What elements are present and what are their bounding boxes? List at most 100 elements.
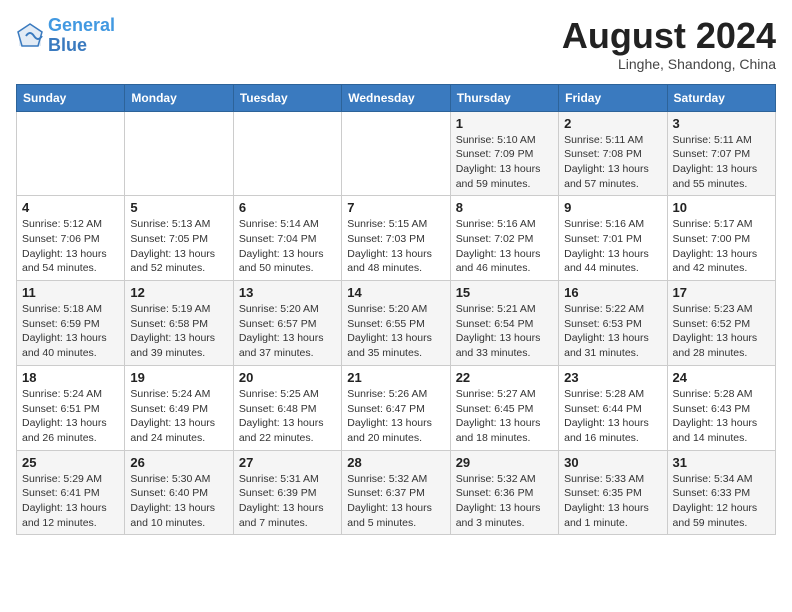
- title-block: August 2024 Linghe, Shandong, China: [562, 16, 776, 72]
- day-info: Sunrise: 5:32 AM Sunset: 6:36 PM Dayligh…: [456, 472, 553, 531]
- weekday-header: Tuesday: [233, 84, 341, 111]
- calendar-cell: 18 Sunrise: 5:24 AM Sunset: 6:51 PM Dayli…: [17, 365, 125, 450]
- day-info: Sunrise: 5:29 AM Sunset: 6:41 PM Dayligh…: [22, 472, 119, 531]
- day-number: 3: [673, 116, 770, 131]
- day-number: 7: [347, 200, 444, 215]
- day-info: Sunrise: 5:20 AM Sunset: 6:55 PM Dayligh…: [347, 302, 444, 361]
- day-info: Sunrise: 5:30 AM Sunset: 6:40 PM Dayligh…: [130, 472, 227, 531]
- day-number: 9: [564, 200, 661, 215]
- weekday-header: Thursday: [450, 84, 558, 111]
- calendar-cell: 30 Sunrise: 5:33 AM Sunset: 6:35 PM Dayli…: [559, 450, 667, 535]
- day-number: 29: [456, 455, 553, 470]
- day-number: 14: [347, 285, 444, 300]
- calendar-cell: 8 Sunrise: 5:16 AM Sunset: 7:02 PM Daylig…: [450, 196, 558, 281]
- day-number: 11: [22, 285, 119, 300]
- day-info: Sunrise: 5:18 AM Sunset: 6:59 PM Dayligh…: [22, 302, 119, 361]
- page-header: GeneralBlue August 2024 Linghe, Shandong…: [16, 16, 776, 72]
- day-number: 4: [22, 200, 119, 215]
- day-number: 8: [456, 200, 553, 215]
- weekday-header: Wednesday: [342, 84, 450, 111]
- calendar-cell: 7 Sunrise: 5:15 AM Sunset: 7:03 PM Daylig…: [342, 196, 450, 281]
- day-number: 31: [673, 455, 770, 470]
- day-number: 26: [130, 455, 227, 470]
- calendar-cell: 19 Sunrise: 5:24 AM Sunset: 6:49 PM Dayli…: [125, 365, 233, 450]
- day-info: Sunrise: 5:27 AM Sunset: 6:45 PM Dayligh…: [456, 387, 553, 446]
- day-number: 20: [239, 370, 336, 385]
- day-info: Sunrise: 5:20 AM Sunset: 6:57 PM Dayligh…: [239, 302, 336, 361]
- calendar-cell: 6 Sunrise: 5:14 AM Sunset: 7:04 PM Daylig…: [233, 196, 341, 281]
- calendar-cell: 27 Sunrise: 5:31 AM Sunset: 6:39 PM Dayli…: [233, 450, 341, 535]
- day-number: 1: [456, 116, 553, 131]
- day-info: Sunrise: 5:15 AM Sunset: 7:03 PM Dayligh…: [347, 217, 444, 276]
- day-info: Sunrise: 5:24 AM Sunset: 6:51 PM Dayligh…: [22, 387, 119, 446]
- calendar-cell: 4 Sunrise: 5:12 AM Sunset: 7:06 PM Daylig…: [17, 196, 125, 281]
- weekday-header: Saturday: [667, 84, 775, 111]
- calendar-cell: [125, 111, 233, 196]
- day-info: Sunrise: 5:10 AM Sunset: 7:09 PM Dayligh…: [456, 133, 553, 192]
- day-info: Sunrise: 5:11 AM Sunset: 7:08 PM Dayligh…: [564, 133, 661, 192]
- day-number: 21: [347, 370, 444, 385]
- day-number: 25: [22, 455, 119, 470]
- day-info: Sunrise: 5:16 AM Sunset: 7:01 PM Dayligh…: [564, 217, 661, 276]
- calendar-cell: 28 Sunrise: 5:32 AM Sunset: 6:37 PM Dayli…: [342, 450, 450, 535]
- calendar-week-row: 1 Sunrise: 5:10 AM Sunset: 7:09 PM Daylig…: [17, 111, 776, 196]
- day-info: Sunrise: 5:23 AM Sunset: 6:52 PM Dayligh…: [673, 302, 770, 361]
- calendar-cell: 23 Sunrise: 5:28 AM Sunset: 6:44 PM Dayli…: [559, 365, 667, 450]
- calendar-cell: 29 Sunrise: 5:32 AM Sunset: 6:36 PM Dayli…: [450, 450, 558, 535]
- month-title: August 2024: [562, 16, 776, 56]
- day-number: 19: [130, 370, 227, 385]
- calendar-cell: 24Sunrise: 5:28 AM Sunset: 6:43 PM Dayli…: [667, 365, 775, 450]
- calendar-cell: 20 Sunrise: 5:25 AM Sunset: 6:48 PM Dayli…: [233, 365, 341, 450]
- day-info: Sunrise: 5:16 AM Sunset: 7:02 PM Dayligh…: [456, 217, 553, 276]
- calendar-cell: 12Sunrise: 5:19 AM Sunset: 6:58 PM Dayli…: [125, 281, 233, 366]
- calendar-cell: 21Sunrise: 5:26 AM Sunset: 6:47 PM Dayli…: [342, 365, 450, 450]
- day-number: 23: [564, 370, 661, 385]
- day-number: 18: [22, 370, 119, 385]
- day-info: Sunrise: 5:31 AM Sunset: 6:39 PM Dayligh…: [239, 472, 336, 531]
- calendar-week-row: 11 Sunrise: 5:18 AM Sunset: 6:59 PM Dayli…: [17, 281, 776, 366]
- calendar-cell: 10Sunrise: 5:17 AM Sunset: 7:00 PM Dayli…: [667, 196, 775, 281]
- calendar-cell: 25 Sunrise: 5:29 AM Sunset: 6:41 PM Dayli…: [17, 450, 125, 535]
- day-info: Sunrise: 5:33 AM Sunset: 6:35 PM Dayligh…: [564, 472, 661, 531]
- calendar-cell: [17, 111, 125, 196]
- day-info: Sunrise: 5:14 AM Sunset: 7:04 PM Dayligh…: [239, 217, 336, 276]
- day-number: 27: [239, 455, 336, 470]
- calendar-cell: 11 Sunrise: 5:18 AM Sunset: 6:59 PM Dayli…: [17, 281, 125, 366]
- logo: GeneralBlue: [16, 16, 115, 56]
- calendar-week-row: 25 Sunrise: 5:29 AM Sunset: 6:41 PM Dayli…: [17, 450, 776, 535]
- day-info: Sunrise: 5:12 AM Sunset: 7:06 PM Dayligh…: [22, 217, 119, 276]
- calendar-cell: [233, 111, 341, 196]
- day-info: Sunrise: 5:28 AM Sunset: 6:44 PM Dayligh…: [564, 387, 661, 446]
- logo-icon: [16, 22, 44, 50]
- calendar-table: SundayMondayTuesdayWednesdayThursdayFrid…: [16, 84, 776, 536]
- calendar-cell: 17Sunrise: 5:23 AM Sunset: 6:52 PM Dayli…: [667, 281, 775, 366]
- day-info: Sunrise: 5:25 AM Sunset: 6:48 PM Dayligh…: [239, 387, 336, 446]
- calendar-week-row: 18 Sunrise: 5:24 AM Sunset: 6:51 PM Dayli…: [17, 365, 776, 450]
- day-number: 30: [564, 455, 661, 470]
- weekday-header: Friday: [559, 84, 667, 111]
- day-info: Sunrise: 5:11 AM Sunset: 7:07 PM Dayligh…: [673, 133, 770, 192]
- day-number: 22: [456, 370, 553, 385]
- day-info: Sunrise: 5:28 AM Sunset: 6:43 PM Dayligh…: [673, 387, 770, 446]
- calendar-cell: 13Sunrise: 5:20 AM Sunset: 6:57 PM Dayli…: [233, 281, 341, 366]
- day-info: Sunrise: 5:21 AM Sunset: 6:54 PM Dayligh…: [456, 302, 553, 361]
- day-info: Sunrise: 5:13 AM Sunset: 7:05 PM Dayligh…: [130, 217, 227, 276]
- day-number: 5: [130, 200, 227, 215]
- logo-text: GeneralBlue: [48, 16, 115, 56]
- calendar-cell: [342, 111, 450, 196]
- day-number: 15: [456, 285, 553, 300]
- calendar-cell: 16 Sunrise: 5:22 AM Sunset: 6:53 PM Dayli…: [559, 281, 667, 366]
- weekday-header: Sunday: [17, 84, 125, 111]
- location-subtitle: Linghe, Shandong, China: [562, 56, 776, 72]
- day-number: 6: [239, 200, 336, 215]
- day-number: 28: [347, 455, 444, 470]
- calendar-cell: 2Sunrise: 5:11 AM Sunset: 7:08 PM Daylig…: [559, 111, 667, 196]
- calendar-cell: 26 Sunrise: 5:30 AM Sunset: 6:40 PM Dayli…: [125, 450, 233, 535]
- day-info: Sunrise: 5:24 AM Sunset: 6:49 PM Dayligh…: [130, 387, 227, 446]
- calendar-cell: 22 Sunrise: 5:27 AM Sunset: 6:45 PM Dayli…: [450, 365, 558, 450]
- day-info: Sunrise: 5:22 AM Sunset: 6:53 PM Dayligh…: [564, 302, 661, 361]
- day-info: Sunrise: 5:32 AM Sunset: 6:37 PM Dayligh…: [347, 472, 444, 531]
- calendar-cell: 1 Sunrise: 5:10 AM Sunset: 7:09 PM Daylig…: [450, 111, 558, 196]
- day-info: Sunrise: 5:34 AM Sunset: 6:33 PM Dayligh…: [673, 472, 770, 531]
- day-number: 16: [564, 285, 661, 300]
